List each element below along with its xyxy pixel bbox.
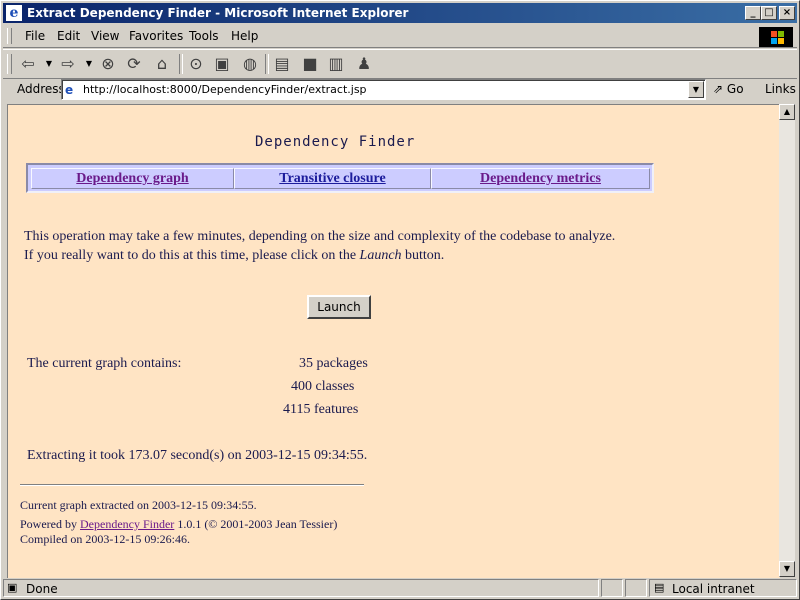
classes-count: 400 classes [291,379,355,394]
toolbar-separator [179,54,183,74]
message-line-2: If you really want to do this at this ti… [24,248,444,264]
extract-time: Extracting it took 173.07 second(s) on 2… [27,448,368,463]
forward-dropdown-icon[interactable]: ▼ [85,54,93,74]
scroll-down-button[interactable]: ▼ [779,561,795,577]
vertical-scrollbar[interactable]: ▲ ▼ [779,104,795,577]
menu-file[interactable]: File [25,29,45,43]
status-panel-empty [601,579,623,597]
ie-logo-icon: e [6,5,22,21]
menu-tools[interactable]: Tools [189,29,219,43]
menu-favorites[interactable]: Favorites [129,29,183,43]
message-line-1: This operation may take a few minutes, d… [24,229,616,244]
zone-text: Local intranet [672,582,755,596]
features-count: 4115 features [283,402,359,417]
status-panel: ▣ Done [3,579,599,597]
message-line-2-pre: If you really want to do this at this ti… [24,248,357,263]
minimize-button[interactable]: _ [745,6,761,20]
status-panel-empty [625,579,647,597]
menu-help[interactable]: Help [231,29,258,43]
status-text: Done [26,582,58,596]
menu-grip[interactable] [7,28,12,44]
go-arrow-icon: ⇗ [713,82,724,96]
footer-dependency-finder-link[interactable]: Dependency Finder [80,517,174,531]
messenger-icon[interactable]: ♟ [353,54,375,74]
back-icon[interactable]: ⇦ [17,54,39,74]
edit-icon[interactable]: ■ [299,54,321,74]
address-dropdown-button[interactable]: ▼ [688,81,704,98]
nav-cell-dependency-metrics: Dependency metrics [431,168,650,189]
footer-extracted: Current graph extracted on 2003-12-15 09… [20,498,257,512]
go-button[interactable]: ⇗ Go [713,82,744,96]
print-icon[interactable]: ▤ [271,54,293,74]
message-line-2-em: Launch [359,248,402,263]
message-line-2-post: button. [405,248,445,263]
refresh-icon[interactable]: ⟳ [123,54,145,74]
address-url[interactable]: http://localhost:8000/DependencyFinder/e… [83,83,367,96]
menu-edit[interactable]: Edit [57,29,80,43]
address-label: Address [17,82,65,96]
page-title: Dependency Finder [255,134,416,150]
home-icon[interactable]: ⌂ [151,54,173,74]
nav-cell-dependency-graph: Dependency graph [31,168,234,189]
nav-link-dependency-metrics[interactable]: Dependency metrics [480,171,601,186]
back-dropdown-icon[interactable]: ▼ [45,54,53,74]
go-label: Go [726,82,744,96]
footer-powered-pre: Powered by [20,517,77,531]
menu-bar: File Edit View Favorites Tools Help [3,25,797,48]
history-icon[interactable]: ◍ [239,54,261,74]
maximize-button[interactable]: □ [761,6,777,20]
forward-icon[interactable]: ⇨ [57,54,79,74]
nav-link-transitive-closure[interactable]: Transitive closure [279,171,385,186]
page-icon: e [65,83,74,97]
intranet-icon: ▤ [654,581,665,594]
nav-cell-transitive-closure: Transitive closure [234,168,431,189]
scroll-up-button[interactable]: ▲ [779,104,795,120]
close-button[interactable]: × [779,6,795,20]
discuss-icon[interactable]: ▥ [325,54,347,74]
page-content: Dependency Finder Dependency graph Trans… [7,104,780,578]
browser-window: e Extract Dependency Finder - Microsoft … [0,0,800,600]
status-bar: ▣ Done ▤ Local intranet [3,579,797,598]
address-bar: Address e http://localhost:8000/Dependen… [3,79,797,101]
footer-divider [20,484,364,486]
window-title: Extract Dependency Finder - Microsoft In… [27,6,409,20]
standard-toolbar: ⇦ ▼ ⇨ ▼ ⊗ ⟳ ⌂ ⊙ ▣ ◍ ▤ ■ ▥ ♟ [3,49,797,79]
footer-compiled: Compiled on 2003-12-15 09:26:46. [20,532,190,546]
packages-count: 35 packages [299,356,368,371]
footer-powered-by: Powered by Dependency Finder 1.0.1 (© 20… [20,517,337,532]
page-done-icon: ▣ [7,581,18,594]
footer-powered-post: 1.0.1 (© 2001-2003 Jean Tessier) [177,517,338,531]
navigation-table: Dependency graph Transitive closure Depe… [26,163,654,193]
search-icon[interactable]: ⊙ [185,54,207,74]
toolbar-separator [265,54,269,74]
links-button[interactable]: Links [765,82,796,96]
stop-icon[interactable]: ⊗ [97,54,119,74]
favorites-icon[interactable]: ▣ [211,54,233,74]
nav-link-dependency-graph[interactable]: Dependency graph [76,171,188,186]
menu-view[interactable]: View [91,29,119,43]
graph-contains-label: The current graph contains: [27,356,182,371]
title-bar[interactable]: e Extract Dependency Finder - Microsoft … [3,3,797,23]
windows-logo-icon [759,27,793,47]
zone-panel: ▤ Local intranet [649,579,797,597]
address-input[interactable]: e http://localhost:8000/DependencyFinder… [61,79,706,100]
launch-button[interactable]: Launch [307,295,371,319]
toolbar-grip[interactable] [7,54,12,74]
